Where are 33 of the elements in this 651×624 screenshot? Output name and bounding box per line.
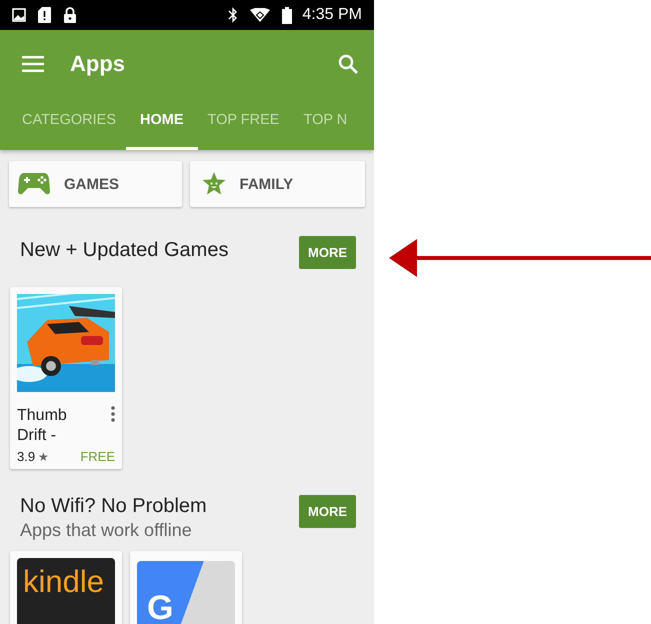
screen-title: Apps [70,51,125,77]
category-button[interactable]: GAMES [9,161,182,207]
kindle-logo: kindle [17,558,115,624]
tab[interactable]: HOME [126,98,198,150]
app-name: Thumb Drift - [17,406,68,446]
section-title: New + Updated Games [20,239,228,262]
wifi-icon [250,8,270,22]
app-card[interactable]: Thumb Drift - 3.9 ★ FREE [10,287,122,469]
tab[interactable]: CATEGORIES [22,98,116,150]
rating: 3.9 [17,449,36,464]
more-options-icon[interactable] [111,406,115,422]
star-face-icon [202,172,226,196]
more-button[interactable]: MORE [299,495,356,528]
section-title: No Wifi? No Problem [20,495,207,518]
clock: 4:35 PM [302,6,362,24]
image-icon [12,8,26,22]
lock-icon [63,7,77,23]
menu-icon[interactable] [22,56,44,72]
tab[interactable]: TOP N [303,98,348,150]
bluetooth-icon [228,7,238,23]
star-icon: ★ [38,450,50,464]
price: FREE [80,449,115,464]
sd-card-alert-icon [38,7,51,23]
gamepad-icon [18,173,50,195]
tab[interactable]: TOP FREE [208,98,280,150]
translate-logo: G [137,561,235,624]
app-card[interactable]: G [130,551,242,624]
search-icon[interactable] [338,54,358,74]
category-button[interactable]: FAMILY [190,161,365,207]
battery-icon [282,6,292,24]
app-card[interactable]: kindle [10,551,122,624]
section-subtitle: Apps that work offline [20,520,193,541]
more-button[interactable]: MORE [299,236,356,269]
